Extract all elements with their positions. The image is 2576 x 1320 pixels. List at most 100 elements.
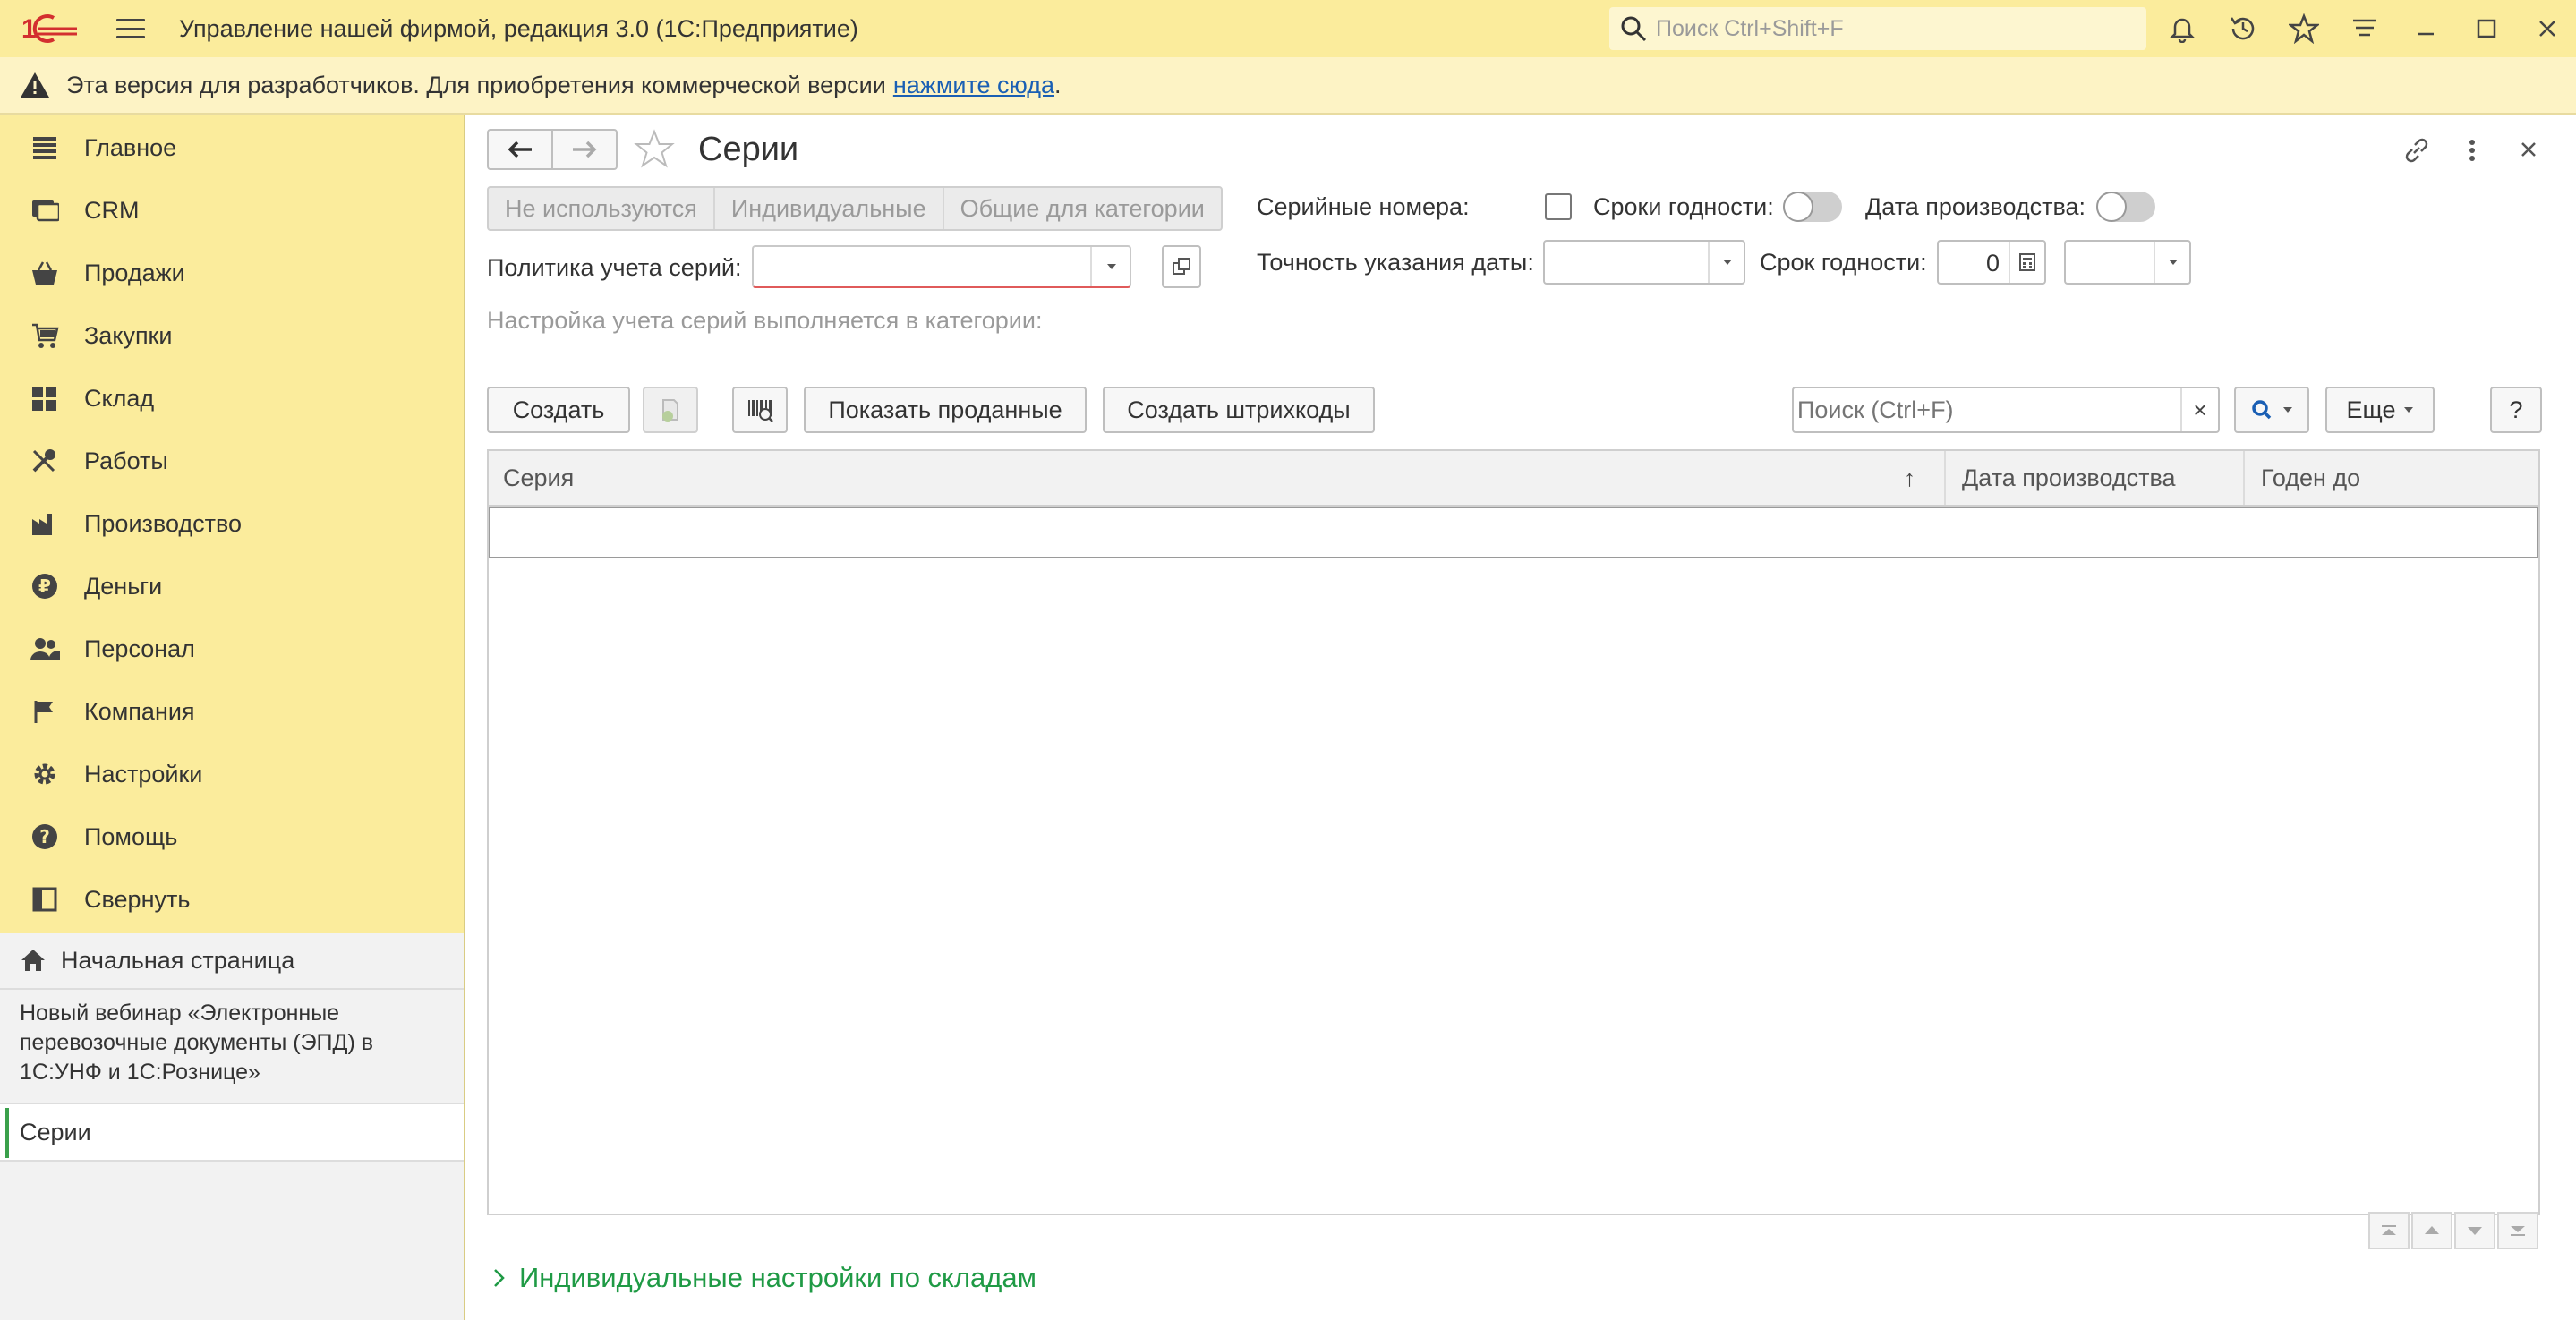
app-logo: 1 [21,11,79,47]
sidebar-item-label: Настройки [84,760,203,788]
settings-lines-icon[interactable] [2347,11,2383,47]
chevron-down-icon [2169,260,2178,265]
app-title: Управление нашей фирмой, редакция 3.0 (1… [179,14,858,42]
create-button[interactable]: Создать [487,387,630,433]
more-menu-label: Еще [2346,396,2396,423]
segment-not-used[interactable]: Не используются [489,188,715,229]
more-menu-button[interactable]: Еще [2325,387,2435,433]
global-search-input[interactable]: Поиск Ctrl+Shift+F [1609,7,2146,50]
show-sold-button[interactable]: Показать проданные [804,387,1087,433]
sidebar-item-help[interactable]: ? Помощь [0,805,464,868]
scroll-down-button[interactable] [2454,1212,2495,1249]
sidebar-item-money[interactable]: ₽ Деньги [0,555,464,617]
shelf-life-value: 0 [1985,250,2000,277]
banner-purchase-link[interactable]: нажмите сюда [893,72,1054,99]
policy-label: Политика учета серий: [487,254,742,281]
date-precision-select[interactable] [1543,240,1745,285]
serial-numbers-checkbox[interactable] [1545,193,1572,220]
people-icon [29,633,61,665]
table-search-text[interactable] [1797,392,2173,428]
create-copy-button[interactable] [643,387,698,433]
sidebar-item-label: Помощь [84,822,178,850]
sidebar-item-collapse[interactable]: Свернуть [0,868,464,931]
sidebar-item-crm[interactable]: CRM [0,179,464,242]
favorites-star-icon[interactable] [2286,11,2322,47]
scroll-to-bottom-button[interactable] [2497,1212,2538,1249]
calculator-icon [2019,253,2035,271]
production-date-label: Дата производства: [1865,193,2086,220]
table-search-input[interactable]: × [1792,387,2220,433]
shelf-life-input[interactable]: 0 [1937,240,2046,285]
column-header-label: Серия [503,464,575,491]
sidebar-item-label: Свернуть [84,885,191,913]
policy-dropdown-button[interactable] [1090,247,1130,286]
maximize-icon[interactable] [2469,11,2504,47]
arrow-left-icon [508,141,532,158]
minimize-icon[interactable] [2408,11,2444,47]
barcode-button[interactable] [732,387,788,433]
sidebar-item-production[interactable]: Производство [0,492,464,555]
global-search-placeholder: Поиск Ctrl+Shift+F [1656,15,1844,41]
help-button[interactable]: ? [2490,387,2542,433]
sidebar-item-warehouse[interactable]: Склад [0,367,464,430]
series-table[interactable]: Серия ↑ Дата производства Годен до [487,449,2540,1215]
forward-button[interactable] [551,129,618,170]
search-icon [2252,400,2272,420]
close-form-icon[interactable] [2517,138,2540,166]
production-date-toggle[interactable] [2096,192,2155,222]
shelf-life-calc-button[interactable] [2009,242,2044,283]
chevron-right-icon [494,1269,505,1287]
create-barcodes-button[interactable]: Создать штрихкоды [1103,387,1375,433]
collapse-panel-icon [29,883,61,915]
shelf-life-unit-select[interactable] [2064,240,2191,285]
link-icon[interactable] [2401,134,2433,171]
sidebar-item-company[interactable]: Компания [0,680,464,743]
sidebar-item-label: Главное [84,133,177,161]
webinar-announcement[interactable]: Новый вебинар «Электронные перевозочные … [20,999,449,1087]
column-header-series[interactable]: Серия ↑ [489,451,1946,505]
expiry-dates-toggle[interactable] [1783,192,1842,222]
open-copy-icon [1173,258,1190,275]
title-bar: 1 Управление нашей фирмой, редакция 3.0 … [0,0,2576,57]
history-icon[interactable] [2225,11,2261,47]
search-options-button[interactable] [2234,387,2309,433]
factory-icon [29,507,61,540]
column-header-production-date[interactable]: Дата производства [1948,451,2245,505]
category-settings-note: Настройка учета серий выполняется в кате… [487,307,1043,334]
sidebar-item-works[interactable]: Работы [0,430,464,492]
scroll-to-top-button[interactable] [2368,1212,2410,1249]
open-window-series[interactable]: Серии [0,1103,464,1162]
more-actions-kebab-icon[interactable] [2465,134,2479,171]
favorite-star-icon[interactable] [634,129,675,175]
column-header-label: Дата производства [1962,464,2176,491]
close-window-icon[interactable] [2529,11,2565,47]
segment-category-common[interactable]: Общие для категории [944,188,1221,229]
column-header-expiry-date[interactable]: Годен до [2247,451,2538,505]
home-page-link[interactable]: Начальная страница [0,933,464,990]
sidebar-item-settings[interactable]: Настройки [0,743,464,805]
policy-open-button[interactable] [1162,245,1201,288]
clear-search-button[interactable]: × [2180,388,2218,431]
sidebar-item-purchases[interactable]: Закупки [0,304,464,367]
sidebar-item-main[interactable]: Главное [0,116,464,179]
policy-select[interactable] [752,245,1131,288]
sidebar-item-personnel[interactable]: Персонал [0,617,464,680]
table-row[interactable] [489,507,2538,558]
back-button[interactable] [487,129,553,170]
scroll-up-button[interactable] [2411,1212,2452,1249]
sidebar-item-label: Продажи [84,259,185,286]
banner-tail: . [1053,71,1062,98]
sidebar-item-sales[interactable]: Продажи [0,242,464,304]
home-page-label: Начальная страница [61,946,295,974]
notifications-bell-icon[interactable] [2164,11,2200,47]
barcode-scan-icon [748,400,773,422]
shelf-life-unit-dropdown-button[interactable] [2154,242,2189,283]
warehouse-settings-group[interactable]: Индивидуальные настройки по складам [492,1262,1036,1294]
warehouse-icon [29,382,61,414]
chevron-down-icon [1107,264,1116,269]
sort-ascending-icon: ↑ [1904,464,1915,491]
main-menu-icon[interactable] [115,15,147,42]
segment-individual[interactable]: Индивидуальные [715,188,944,229]
warehouse-settings-label: Индивидуальные настройки по складам [519,1262,1036,1293]
date-precision-dropdown-button[interactable] [1708,242,1744,283]
